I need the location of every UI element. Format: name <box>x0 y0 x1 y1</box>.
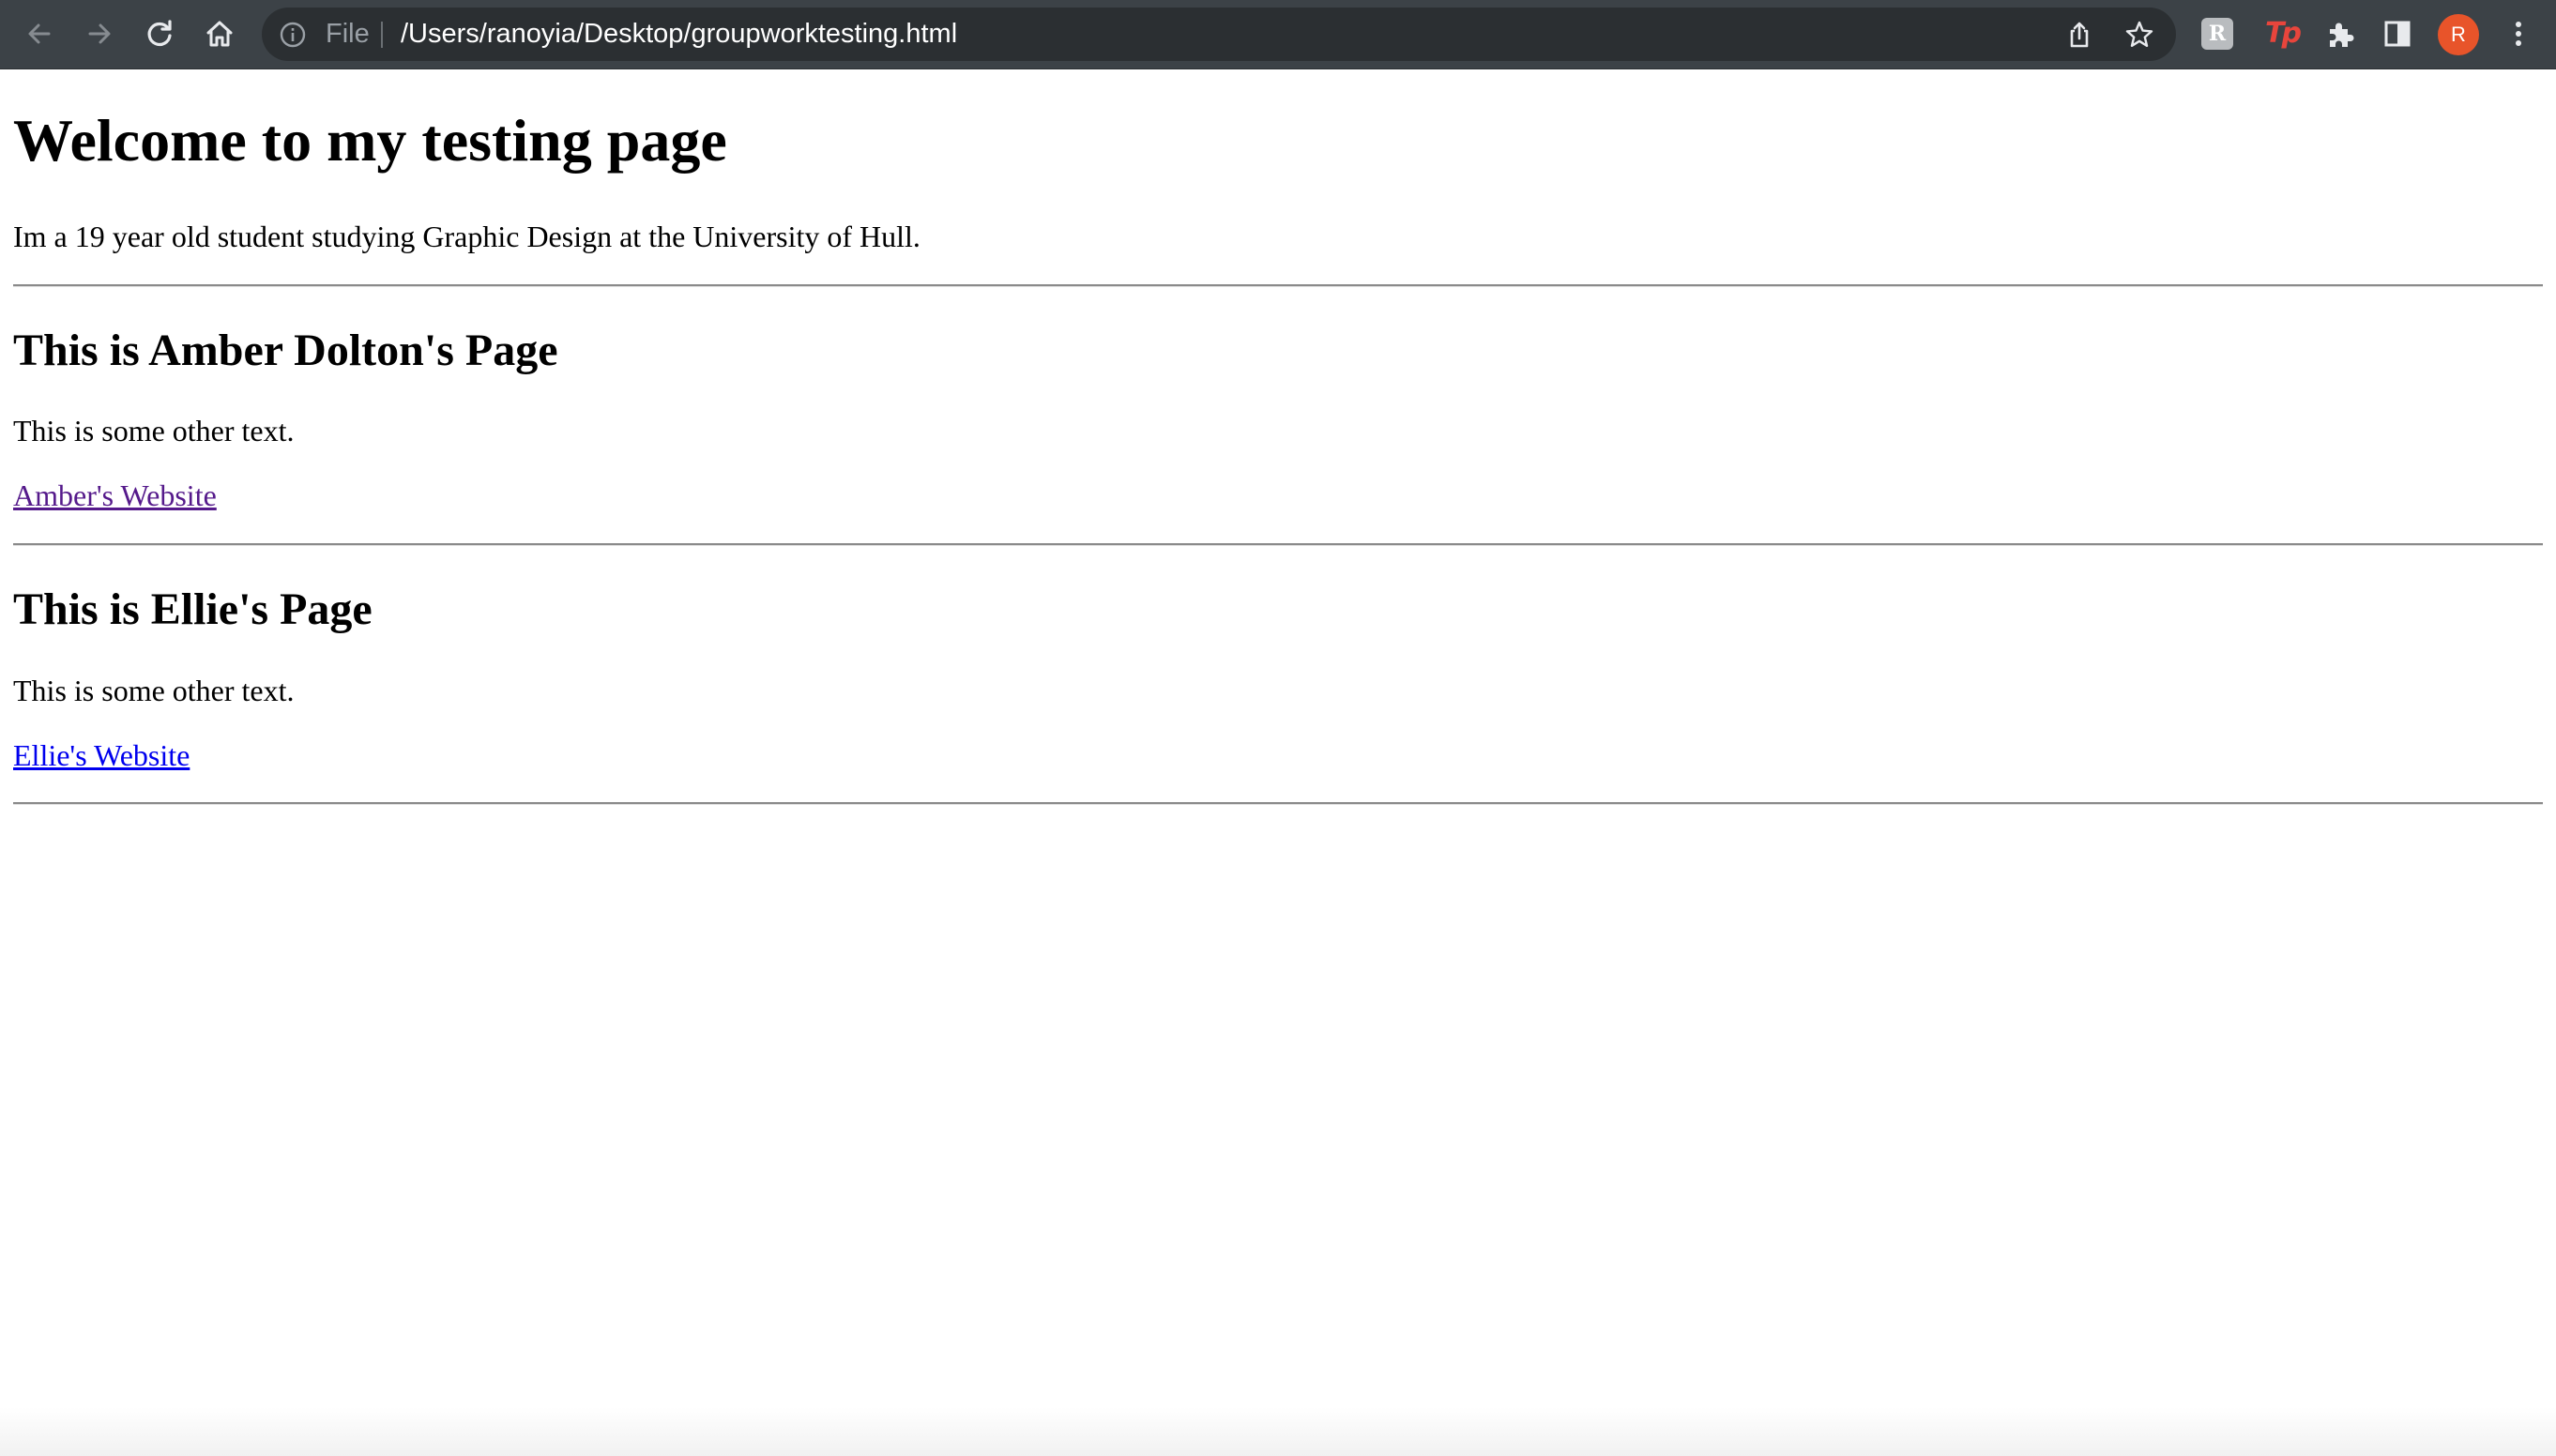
address-scheme-label: File <box>326 19 370 49</box>
window-bottom-shadow <box>0 1407 2556 1456</box>
puzzle-extensions-icon <box>2330 23 2354 47</box>
divider <box>13 284 2543 287</box>
amber-section-heading: This is Amber Dolton's Page <box>13 326 558 375</box>
address-separator <box>381 22 383 48</box>
ellie-section-text: This is some other text. <box>13 674 295 707</box>
divider <box>13 802 2543 805</box>
kebab-menu-icon <box>2516 22 2521 46</box>
extension-tp-button[interactable]: Tp <box>2261 13 2303 54</box>
back-arrow-icon <box>28 23 51 44</box>
profile-avatar-button[interactable]: R <box>2438 14 2479 55</box>
url-text[interactable]: /Users/ranoyia/Desktop/groupworktesting.… <box>401 8 957 61</box>
amber-section-text: This is some other text. <box>13 414 295 447</box>
home-icon <box>206 21 233 47</box>
back-button[interactable] <box>19 13 60 54</box>
address-bar[interactable]: File /Users/ranoyia/Desktop/groupworktes… <box>262 8 2176 61</box>
share-icon[interactable] <box>2065 21 2093 49</box>
forward-arrow-icon <box>88 23 111 44</box>
info-icon[interactable] <box>279 21 307 49</box>
divider <box>13 543 2543 546</box>
bookmark-star-icon[interactable] <box>2124 20 2154 50</box>
ellie-website-link[interactable]: Ellie's Website <box>13 736 190 774</box>
page-title: Welcome to my testing page <box>13 107 727 174</box>
side-panel-button[interactable] <box>2377 13 2418 54</box>
extension-r-button[interactable]: R <box>2201 18 2233 50</box>
extensions-button[interactable] <box>2320 13 2361 54</box>
ellie-section-heading: This is Ellie's Page <box>13 584 373 634</box>
reload-button[interactable] <box>139 13 180 54</box>
browser-menu-button[interactable] <box>2498 13 2539 54</box>
amber-website-link[interactable]: Amber's Website <box>13 477 217 514</box>
home-button[interactable] <box>199 13 240 54</box>
forward-button[interactable] <box>79 13 120 54</box>
intro-paragraph: Im a 19 year old student studying Graphi… <box>13 220 920 253</box>
side-panel-icon <box>2384 21 2411 47</box>
reload-icon <box>147 20 172 47</box>
browser-toolbar: File /Users/ranoyia/Desktop/groupworktes… <box>0 0 2556 69</box>
